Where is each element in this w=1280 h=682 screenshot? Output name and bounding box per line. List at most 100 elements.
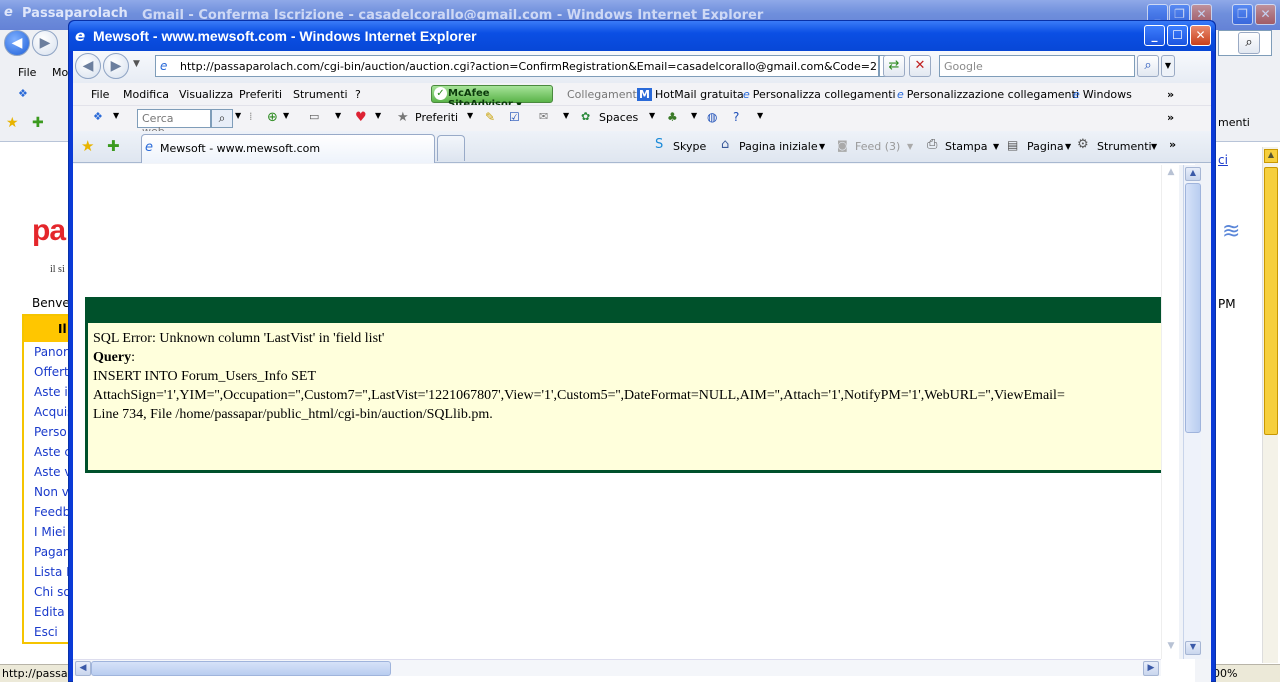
bg-close-button[interactable]: ✕: [1255, 4, 1276, 25]
bg-search-icon[interactable]: ⌕: [1238, 32, 1260, 54]
bg-menu-item[interactable]: Perso: [24, 422, 68, 442]
dropdown-icon[interactable]: ▼: [819, 142, 825, 151]
link-personalizzazione[interactable]: e Personalizzazione collegamenti: [897, 88, 1079, 101]
spaces-icon[interactable]: ✿: [581, 111, 590, 122]
home-button[interactable]: Pagina iniziale: [739, 140, 818, 153]
skype-button[interactable]: Skype: [673, 140, 706, 153]
forward-icon[interactable]: ▶: [103, 53, 129, 79]
vertical-scrollbar[interactable]: ▲ ▼: [1161, 165, 1179, 659]
dropdown-icon[interactable]: ▼: [649, 111, 655, 120]
bg-menu-item[interactable]: Panor: [24, 342, 68, 362]
bg-menu-item[interactable]: Aste in: [24, 382, 68, 402]
search-options-icon[interactable]: ▼: [1161, 55, 1175, 77]
window-title-bar[interactable]: e Mewsoft - www.mewsoft.com - Windows In…: [69, 21, 1215, 51]
scroll-right-icon[interactable]: ▶: [1143, 661, 1159, 676]
strumenti-button[interactable]: Strumenti: [1097, 140, 1152, 153]
menu-help[interactable]: ?: [355, 88, 361, 101]
bg-menu-item[interactable]: Pagam: [24, 542, 68, 562]
menu-strumenti[interactable]: Strumenti: [293, 88, 348, 101]
dropdown-icon[interactable]: ▼: [235, 111, 241, 120]
search-input[interactable]: Google: [939, 55, 1135, 77]
search-go-icon[interactable]: ⌕: [211, 109, 233, 128]
menu-preferiti[interactable]: Preferiti: [239, 88, 282, 101]
add-icon[interactable]: ⊕: [267, 111, 278, 124]
menu-visualizza[interactable]: Visualizza: [179, 88, 233, 101]
scroll-left-icon[interactable]: ◀: [75, 661, 91, 676]
mcafee-siteadvisor-button[interactable]: ✓ McAfee SiteAdvisor ▼: [431, 85, 553, 110]
bg-menu-item[interactable]: Offert: [24, 362, 68, 382]
link-hotmail[interactable]: M HotMail gratuita: [637, 88, 744, 101]
outer-vscroll[interactable]: ▲ ▼: [1183, 165, 1201, 659]
dropdown-icon[interactable]: ▼: [113, 111, 119, 120]
window-icon[interactable]: ▭: [309, 111, 319, 122]
history-dropdown-icon[interactable]: ▼: [133, 60, 140, 69]
bg-menu-item[interactable]: Lista E: [24, 562, 68, 582]
link-personalizza[interactable]: e Personalizza collegamenti: [743, 88, 896, 101]
scroll-up-icon[interactable]: ▲: [1164, 167, 1178, 181]
dropdown-icon[interactable]: ▼: [1151, 142, 1157, 151]
bg-menu-item[interactable]: Aste v: [24, 462, 68, 482]
link-windows[interactable]: e Windows: [1073, 88, 1132, 101]
windows-logo-icon[interactable]: ❖: [93, 111, 103, 122]
bg-menu-item[interactable]: Chi so: [24, 582, 68, 602]
dropdown-icon[interactable]: ▼: [335, 111, 341, 120]
bg-menu-item[interactable]: Feedb: [24, 502, 68, 522]
bg-menu-item[interactable]: Acquis: [24, 402, 68, 422]
minimize-button[interactable]: _: [1144, 25, 1165, 46]
home-icon[interactable]: ⌂: [721, 138, 729, 151]
cerca-web-input[interactable]: Cerca web...: [137, 109, 211, 138]
bg-menu-item[interactable]: Esci: [24, 622, 68, 642]
highlighter-icon[interactable]: ✎: [485, 111, 495, 123]
horizontal-scrollbar[interactable]: ◀ ▶: [73, 659, 1161, 676]
favorites-center-star-icon[interactable]: ★: [81, 139, 94, 154]
bg-menu-item[interactable]: Aste c: [24, 442, 68, 462]
help-icon[interactable]: ?: [733, 111, 739, 123]
chevron-more-icon[interactable]: »: [1167, 111, 1174, 124]
dropdown-icon[interactable]: ▼: [757, 111, 763, 120]
back-icon[interactable]: ◀: [75, 53, 101, 79]
search-icon[interactable]: ⌕: [1137, 55, 1159, 77]
menu-modifica[interactable]: Modifica: [123, 88, 169, 101]
dropdown-icon[interactable]: ▼: [283, 111, 289, 120]
bg-maximize-button[interactable]: ❐: [1232, 4, 1253, 25]
dropdown-icon[interactable]: ▼: [375, 111, 381, 120]
bg-vscroll[interactable]: ▲: [1262, 147, 1278, 663]
outer-scroll-up-icon[interactable]: ▲: [1185, 167, 1201, 181]
spaces-button[interactable]: Spaces: [599, 111, 638, 124]
dropdown-icon[interactable]: ▼: [993, 142, 999, 151]
edit-icon[interactable]: ☑: [509, 111, 520, 123]
maximize-button[interactable]: ☐: [1167, 25, 1188, 46]
outer-scroll-thumb[interactable]: [1185, 183, 1201, 433]
favorites-star-icon[interactable]: ★: [397, 111, 409, 124]
bg-forward-icon[interactable]: ▶: [32, 30, 58, 56]
stampa-button[interactable]: Stampa: [945, 140, 987, 153]
bg-scroll-up-icon[interactable]: ▲: [1264, 149, 1278, 163]
outer-scroll-down-icon[interactable]: ▼: [1185, 641, 1201, 655]
bg-menu-mod[interactable]: Mo: [52, 66, 68, 79]
bg-add-favorite-icon[interactable]: ✚: [32, 116, 44, 130]
bg-menu-file[interactable]: File: [18, 66, 36, 79]
bg-scroll-thumb[interactable]: [1264, 167, 1278, 435]
bg-strumenti-tail[interactable]: menti: [1218, 116, 1250, 129]
tab-mewsoft[interactable]: e Mewsoft - www.mewsoft.com: [141, 134, 435, 163]
gear-icon[interactable]: ⚙: [1077, 138, 1089, 151]
bg-menu-item[interactable]: Non ve: [24, 482, 68, 502]
mail-icon[interactable]: ✉: [539, 111, 548, 122]
chevron-more-icon[interactable]: »: [1167, 88, 1174, 101]
bg-favorites-star-icon[interactable]: ★: [6, 116, 19, 130]
refresh-icon[interactable]: ⇄: [883, 55, 905, 77]
print-icon[interactable]: ⎙: [927, 138, 937, 151]
page-icon[interactable]: ▤: [1007, 139, 1018, 151]
bg-back-icon[interactable]: ◀: [4, 30, 30, 56]
scroll-down-icon[interactable]: ▼: [1164, 641, 1178, 655]
bg-right-link[interactable]: ci: [1218, 153, 1228, 167]
bg-menu-item[interactable]: Edita i: [24, 602, 68, 622]
horizontal-scroll-thumb[interactable]: [91, 661, 391, 676]
bg-menu-item[interactable]: I Miei: [24, 522, 68, 542]
pagina-button[interactable]: Pagina: [1027, 140, 1064, 153]
stop-icon[interactable]: ✕: [909, 55, 931, 77]
add-favorite-icon[interactable]: ✚: [107, 139, 120, 154]
menu-file[interactable]: File: [91, 88, 109, 101]
dropdown-icon[interactable]: ▼: [563, 111, 569, 120]
preferiti-button[interactable]: Preferiti: [415, 111, 458, 124]
